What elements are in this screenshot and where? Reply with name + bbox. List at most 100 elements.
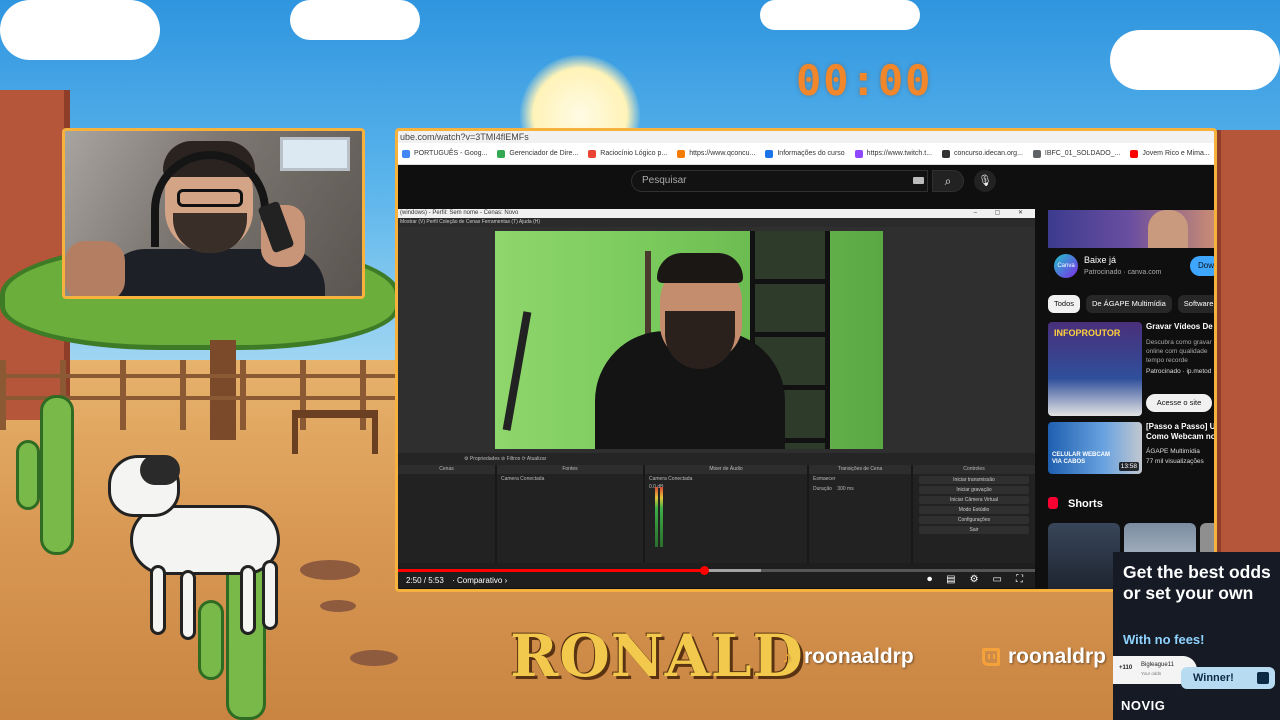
canva-logo-icon: Canva (1054, 254, 1078, 278)
video-thumbnail[interactable]: CELULAR WEBCAM VIA CABOS 13:58 (1048, 422, 1142, 474)
video-player[interactable]: (windows) - Perfil: Sem nome - Cenas: No… (398, 209, 1035, 588)
video-title[interactable]: [Passo a Passo] Use (1146, 422, 1214, 432)
chapter-label[interactable]: Comparativo (457, 576, 502, 585)
obs-menu-bar: Mostrar (V) Perfil Coleção de Cenas Ferr… (398, 218, 1035, 227)
duration-value[interactable]: 300 ms (837, 486, 853, 492)
novig-ad[interactable]: Get the best odds or set your own With n… (1113, 552, 1280, 720)
dog-leg (150, 565, 166, 635)
ad-title: Baixe já (1084, 255, 1117, 265)
tiktok-handle: ♪ roonaaldrp (782, 645, 914, 668)
keyboard-icon[interactable] (913, 177, 924, 184)
search-button[interactable]: ⌕ (932, 170, 964, 192)
video-thumbnail[interactable]: INFOPROUTOR (1048, 322, 1142, 416)
streamer-arm (65, 241, 125, 296)
bookmark-item[interactable]: Gerenciador de Dire... (497, 149, 578, 158)
bookmark-favicon-icon (677, 149, 686, 158)
bookmark-item[interactable]: Raciocínio Lógico p... (588, 149, 667, 158)
ad-person (1148, 210, 1188, 248)
filter-chip[interactable]: De ÁGAPE Multimídia (1086, 295, 1172, 313)
obs-control-button[interactable]: Iniciar transmissão (919, 476, 1029, 484)
bookmark-item[interactable]: concurso.idecan.org... (942, 149, 1023, 158)
search-input[interactable]: Pesquisar (631, 170, 928, 192)
video-sponsor: Patrocinado · ip.metod (1146, 368, 1212, 375)
bookmark-favicon-icon (765, 149, 774, 158)
mic-icon: 🎙 (978, 175, 992, 187)
short-thumbnail[interactable] (1048, 523, 1120, 589)
bookmark-item[interactable]: IBFC_01_SOLDADO_... (1032, 149, 1120, 158)
recommended-video-sponsored[interactable]: INFOPROUTOR Gravar Vídeos De Q Descubra … (1048, 322, 1214, 418)
ad-download-button[interactable]: Down (1190, 256, 1214, 276)
shorts-header: Shorts (1048, 497, 1214, 513)
audio-meter (660, 487, 663, 547)
address-bar[interactable]: ube.com/watch?v=3TMI4flEMFs (398, 131, 1214, 143)
dog-leg (262, 560, 278, 630)
source-item[interactable]: Camera Conectada (497, 474, 643, 484)
winner-badge: Winner! (1181, 667, 1275, 689)
cactus (198, 600, 224, 680)
filter-chip[interactable]: Software (1177, 295, 1214, 313)
controls-dock: Controles Iniciar transmissão Iniciar gra… (913, 465, 1035, 563)
search-icon: ⌕ (944, 174, 952, 188)
obs-titlebar: (windows) - Perfil: Sem nome - Cenas: No… (398, 209, 1035, 218)
video-title[interactable]: Gravar Vídeos De Q (1146, 322, 1214, 332)
countdown-timer: 00:00 (796, 56, 933, 105)
bookmark-favicon-icon (854, 149, 863, 158)
obs-control-button[interactable]: Configurações (919, 516, 1029, 524)
mixer-db: 0.0 dB (649, 484, 663, 490)
mic-button[interactable]: 🎙 (974, 170, 996, 192)
subtitles-icon[interactable]: ▤ (946, 574, 955, 585)
player-controls: ⏺ ▤ ⚙ ▭ ⛶ (927, 574, 1023, 585)
ad-banner-image[interactable] (1048, 210, 1214, 248)
odds-value: +110 (1119, 665, 1133, 671)
obs-control-button[interactable]: Sair (919, 526, 1029, 534)
obs-control-button[interactable]: Iniciar Câmera Virtual (919, 496, 1029, 504)
streamer-name-logo: RONALD (510, 622, 804, 690)
theater-mode-icon[interactable]: ▭ (993, 574, 1002, 585)
fullscreen-icon[interactable]: ⛶ (1016, 574, 1023, 585)
bookmark-favicon-icon (402, 149, 410, 158)
ad-headline: Get the best odds or set your own (1123, 562, 1271, 603)
obs-control-button[interactable]: Modo Estúdio (919, 506, 1029, 514)
dog-leg (180, 570, 196, 640)
sources-dock: Fontes Camera Conectada (497, 465, 643, 563)
filter-chips: Todos De ÁGAPE Multimídia Software (1048, 295, 1214, 315)
shorts-icon (1048, 497, 1058, 509)
recommended-video[interactable]: CELULAR WEBCAM VIA CABOS 13:58 [Passo a … (1048, 422, 1214, 476)
transition-select[interactable]: Esmaecer (809, 474, 911, 484)
obs-control-button[interactable]: Iniciar gravação (919, 486, 1029, 494)
video-progress-bar[interactable] (398, 566, 1035, 575)
obs-preview (398, 227, 1035, 453)
mixer-item: Camera Conectada (649, 476, 693, 482)
video-title-line2: Como Webcam no P (1146, 432, 1217, 441)
visit-site-button[interactable]: Acesse o site (1146, 394, 1212, 412)
dog-ear (140, 455, 180, 485)
bookmark-item[interactable]: PORTUGUÊS - Goog... (402, 149, 487, 158)
rock (320, 600, 356, 612)
cloud (760, 0, 920, 30)
rock (350, 650, 398, 666)
bookmark-favicon-icon (942, 149, 951, 158)
odds-username: Bigleague11 (1141, 662, 1174, 668)
autoplay-toggle-icon[interactable]: ⏺ (927, 574, 932, 585)
progress-scrubber[interactable] (699, 566, 709, 575)
odds-caption: Your odds (1141, 671, 1162, 676)
ad-sponsor: Patrocinado · canva.com (1084, 269, 1162, 276)
audio-meter (655, 487, 658, 547)
duration-label: Duração (813, 486, 832, 492)
bookmark-favicon-icon (1130, 149, 1139, 158)
canva-ad[interactable]: Canva Baixe já Patrocinado · canva.com D… (1048, 248, 1214, 286)
mixer-dock: Mixer de Áudio Camera Conectada 0.0 dB (645, 465, 807, 563)
browser-capture: ube.com/watch?v=3TMI4flEMFs PORTUGUÊS - … (395, 128, 1217, 592)
bookmark-item[interactable]: https://www.twitch.t... (854, 149, 932, 158)
filter-chip[interactable]: Todos (1048, 295, 1081, 313)
settings-gear-icon[interactable]: ⚙ (970, 574, 979, 585)
video-duration-badge: 13:58 (1118, 462, 1139, 471)
bookmark-item[interactable]: Jovem Rico e Mima... (1130, 149, 1210, 158)
youtube-header: Pesquisar ⌕ 🎙 (398, 166, 1214, 202)
streamer-webcam (62, 128, 365, 299)
bookmark-item[interactable]: Informações do curso (765, 149, 845, 158)
thumbnail-text: INFOPROUTOR (1054, 328, 1121, 338)
bookmark-item[interactable]: https://www.qconcu... (677, 149, 755, 158)
channel-name[interactable]: ÁGAPE Multimídia (1146, 448, 1200, 455)
trophy-icon (1257, 672, 1269, 684)
